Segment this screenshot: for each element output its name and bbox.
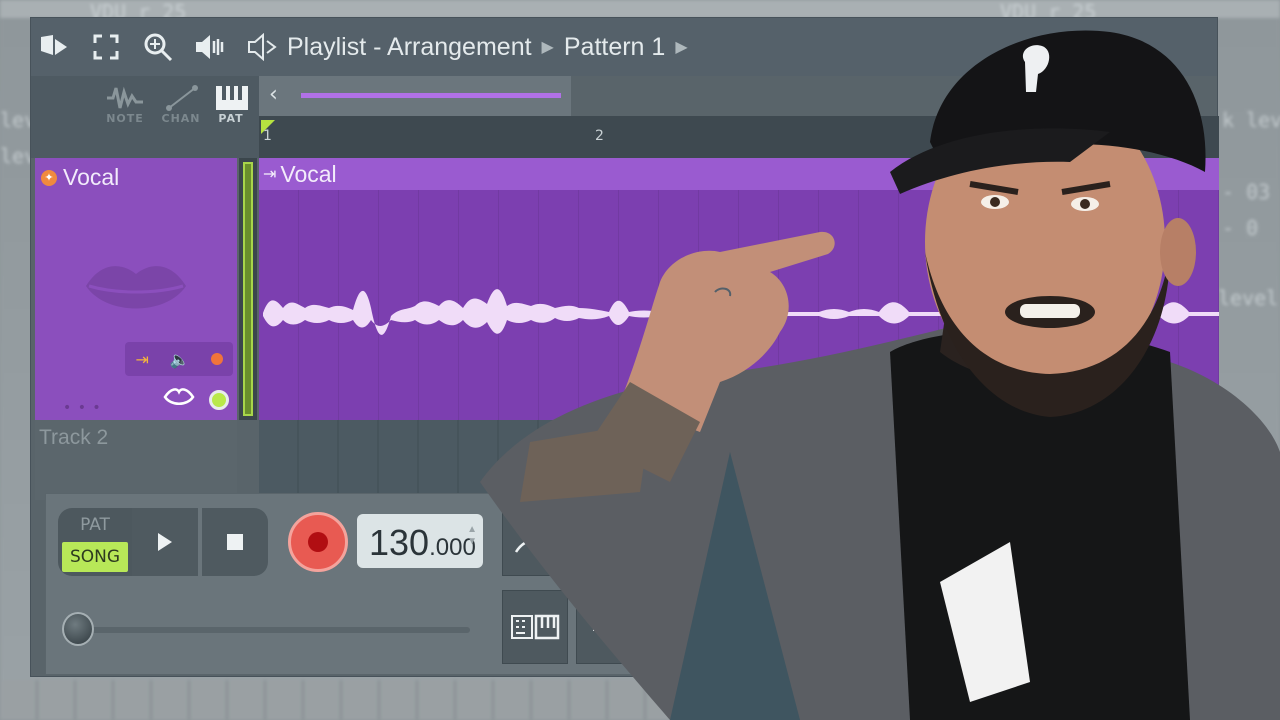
audio-waveform	[263, 289, 1219, 335]
loop-record-button[interactable]	[798, 502, 864, 576]
breadcrumb-arrow-icon: ▶	[675, 39, 688, 56]
bar-number: 2	[595, 128, 604, 144]
tempo-display[interactable]: 130.000 ▲ ▼	[357, 514, 483, 568]
piano-loop-icon	[806, 528, 854, 550]
mode-chan[interactable]: CHAN	[153, 84, 209, 125]
master-pitch-slider[interactable]	[76, 627, 470, 633]
track-name-label: Track 2	[39, 426, 109, 449]
snap-countdown-button[interactable]: 3.2.1	[650, 502, 716, 576]
arrow-right-icon	[593, 615, 625, 639]
metronome-button[interactable]	[502, 502, 568, 576]
slide-note-icon	[669, 615, 697, 642]
lips-outline-icon[interactable]	[163, 386, 195, 408]
mode-pat[interactable]: PAT	[203, 84, 259, 125]
clip-label: Vocal	[280, 160, 337, 187]
track-active-led[interactable]	[209, 390, 229, 410]
pat-song-toggle[interactable]: PAT SONG	[58, 508, 132, 576]
chevron-left-icon[interactable]: ‹	[269, 82, 278, 107]
waveform-icon	[107, 86, 143, 109]
playlist-menu-icon[interactable]	[37, 30, 71, 64]
lips-icon	[86, 266, 186, 309]
breadcrumb: Playlist - Arrangement ▶ Pattern 1 ▶	[247, 33, 688, 62]
stop-button[interactable]	[202, 508, 268, 576]
track-header-vocal[interactable]: ✦ Vocal ⇥ 🔈 • • •	[35, 158, 237, 420]
chain-link-icon	[743, 612, 771, 642]
stop-icon	[227, 534, 243, 550]
time-ruler[interactable]: 1 2	[259, 116, 1219, 158]
breadcrumb-playlist[interactable]: Playlist - Arrangement	[287, 33, 532, 62]
clip-arrow-icon: ⇥	[263, 166, 277, 183]
transport-panel: PAT SONG 130.000 ▲ ▼ 3.2.1	[45, 493, 873, 675]
play-mode-icon[interactable]	[247, 33, 277, 61]
track-name: ✦ Vocal	[41, 164, 119, 191]
arrow-right-button[interactable]	[576, 590, 642, 664]
breadcrumb-pattern[interactable]: Pattern 1	[564, 33, 665, 62]
tool-mode-panel: NOTE CHAN PAT	[31, 76, 259, 158]
record-button[interactable]	[288, 512, 348, 572]
tempo-spin-icon[interactable]: ▲ ▼	[467, 524, 477, 548]
tempo-value: 130	[369, 522, 430, 563]
snap-countdown-label: 3.2.1	[649, 526, 717, 552]
clip-lane-2[interactable]	[259, 420, 1219, 500]
mode-pat-label: PAT	[218, 112, 244, 125]
track-name-label: Vocal	[63, 164, 120, 190]
background-step-grid	[0, 680, 1280, 720]
note-slide-button[interactable]	[650, 590, 716, 664]
wait-for-input-button[interactable]	[576, 502, 642, 576]
track-header-2[interactable]: Track 2	[35, 420, 237, 500]
background-label: k level	[1222, 108, 1280, 132]
typing-keyboard-icon	[511, 614, 560, 640]
piano-plus-icon	[732, 528, 778, 550]
clip-lane-vocal[interactable]: ⇥ Vocal	[259, 158, 1219, 420]
pat-mode-button[interactable]: PAT	[58, 508, 132, 542]
wait-clock-icon	[584, 528, 633, 552]
scroll-thumb[interactable]	[301, 93, 561, 98]
track-controls: ⇥ 🔈	[125, 342, 233, 376]
background-label: - 0	[1222, 216, 1259, 240]
background-label: level #	[1218, 286, 1280, 310]
song-mode-button[interactable]: SONG	[62, 542, 128, 572]
horizontal-scrollbar[interactable]: ‹	[259, 76, 571, 116]
knob-tool-button[interactable]	[798, 590, 864, 664]
speaker-volume-icon[interactable]	[193, 30, 227, 64]
mute-speaker-icon[interactable]: 🔈	[170, 350, 190, 369]
playlist-titlebar: Playlist - Arrangement ▶ Pattern 1 ▶	[31, 18, 1217, 76]
play-icon	[158, 533, 172, 551]
knob-icon	[813, 614, 849, 646]
breadcrumb-arrow-icon: ▶	[541, 39, 554, 56]
maximize-icon[interactable]	[89, 30, 123, 64]
slide-icon	[166, 85, 198, 111]
mode-note-label: NOTE	[106, 112, 144, 125]
play-button[interactable]	[132, 508, 198, 576]
bar-number: 1	[263, 128, 272, 144]
input-routing-icon[interactable]: ⇥	[135, 350, 148, 369]
ellipsis-icon[interactable]: • • •	[63, 400, 102, 416]
mode-note[interactable]: NOTE	[97, 84, 153, 125]
link-button[interactable]	[724, 590, 790, 664]
piano-keys-icon	[216, 86, 248, 110]
zoom-icon[interactable]	[141, 30, 175, 64]
master-pitch-knob[interactable]	[62, 612, 94, 646]
step-edit-button[interactable]	[502, 590, 568, 664]
audio-clip-header[interactable]: ⇥ Vocal	[259, 158, 1219, 190]
blend-notes-button[interactable]	[724, 502, 790, 576]
track-level-meter	[239, 158, 257, 420]
mode-chan-label: CHAN	[161, 112, 201, 125]
metronome-icon	[514, 524, 556, 553]
record-arm-icon[interactable]	[210, 353, 223, 365]
background-label: - 03	[1222, 180, 1271, 204]
flame-icon: ✦	[41, 169, 57, 186]
